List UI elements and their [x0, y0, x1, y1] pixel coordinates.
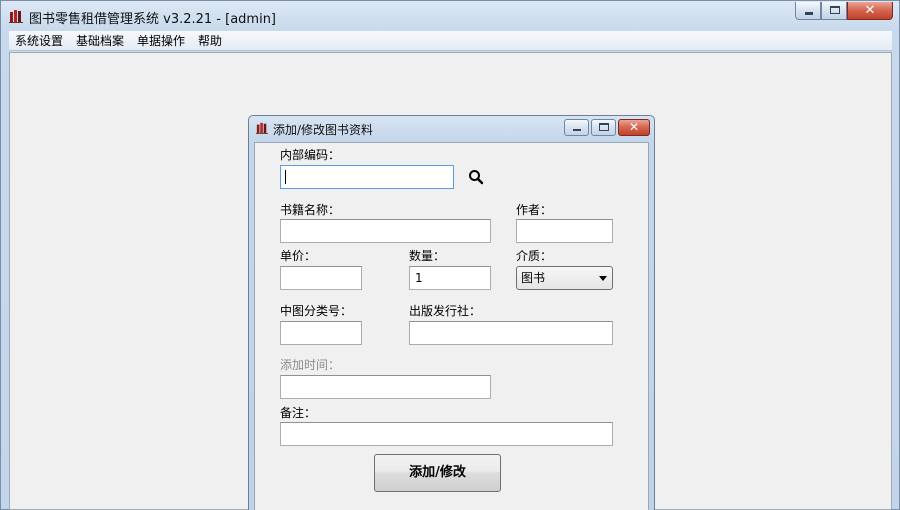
dialog-minimize-button[interactable]	[564, 119, 589, 136]
dialog-form: 内部编码： 书籍名称： 作者： 单价： 数量： 1 介质： 图书 中图分类号： …	[254, 142, 649, 510]
main-titlebar[interactable]: 图书零售租借管理系统 v3.2.21 - [admin] ✕	[1, 1, 899, 31]
dialog-maximize-button[interactable]	[591, 119, 616, 136]
dialog-title: 添加/修改图书资料	[273, 123, 374, 137]
menu-bar: 系统设置 基础档案 单据操作 帮助	[9, 31, 892, 51]
book-edit-dialog: 添加/修改图书资料 ✕ 内部编码： 书籍名称： 作者： 单价： 数量： 1 介质…	[248, 115, 655, 510]
minimize-button[interactable]	[795, 2, 821, 20]
medium-select[interactable]: 图书	[516, 266, 613, 290]
medium-select-value: 图书	[521, 271, 546, 285]
maximize-button[interactable]	[821, 2, 847, 20]
menu-system-settings[interactable]: 系统设置	[15, 32, 63, 49]
window-caption-buttons: ✕	[795, 2, 893, 20]
minimize-icon	[805, 12, 813, 15]
publisher-label: 出版发行社：	[409, 304, 482, 318]
menu-document-operations[interactable]: 单据操作	[137, 32, 185, 49]
dialog-caption-buttons: ✕	[564, 119, 650, 136]
clc-number-label: 中图分类号：	[280, 304, 353, 318]
close-button[interactable]: ✕	[847, 2, 893, 20]
unit-price-input[interactable]	[280, 266, 362, 290]
dropdown-arrow-icon	[599, 276, 607, 281]
books-icon	[9, 10, 23, 23]
unit-price-label: 单价：	[280, 249, 317, 263]
publisher-input[interactable]	[409, 321, 613, 345]
add-modify-button[interactable]: 添加/修改	[374, 454, 501, 492]
maximize-icon	[830, 6, 840, 14]
book-name-input[interactable]	[280, 219, 491, 243]
minimize-icon	[573, 129, 581, 131]
book-name-label: 书籍名称：	[280, 203, 341, 217]
maximize-icon	[599, 123, 609, 131]
medium-label: 介质：	[516, 249, 553, 263]
quantity-input[interactable]: 1	[409, 266, 491, 290]
remarks-label: 备注：	[280, 406, 317, 420]
internal-code-label: 内部编码：	[280, 148, 341, 162]
books-icon	[256, 122, 268, 134]
window-title: 图书零售租借管理系统 v3.2.21 - [admin]	[29, 12, 277, 27]
internal-code-input[interactable]	[280, 165, 454, 189]
quantity-label: 数量：	[409, 249, 446, 263]
close-icon: ✕	[864, 3, 876, 18]
dialog-close-button[interactable]: ✕	[618, 119, 650, 136]
text-caret	[285, 170, 286, 184]
search-icon[interactable]	[468, 169, 484, 185]
added-time-input[interactable]	[280, 375, 491, 399]
added-time-label: 添加时间：	[280, 358, 341, 372]
author-label: 作者：	[516, 203, 553, 217]
close-icon: ✕	[628, 120, 640, 134]
menu-help[interactable]: 帮助	[198, 32, 222, 49]
remarks-input[interactable]	[280, 422, 613, 446]
menu-basic-records[interactable]: 基础档案	[76, 32, 124, 49]
clc-number-input[interactable]	[280, 321, 362, 345]
author-input[interactable]	[516, 219, 613, 243]
